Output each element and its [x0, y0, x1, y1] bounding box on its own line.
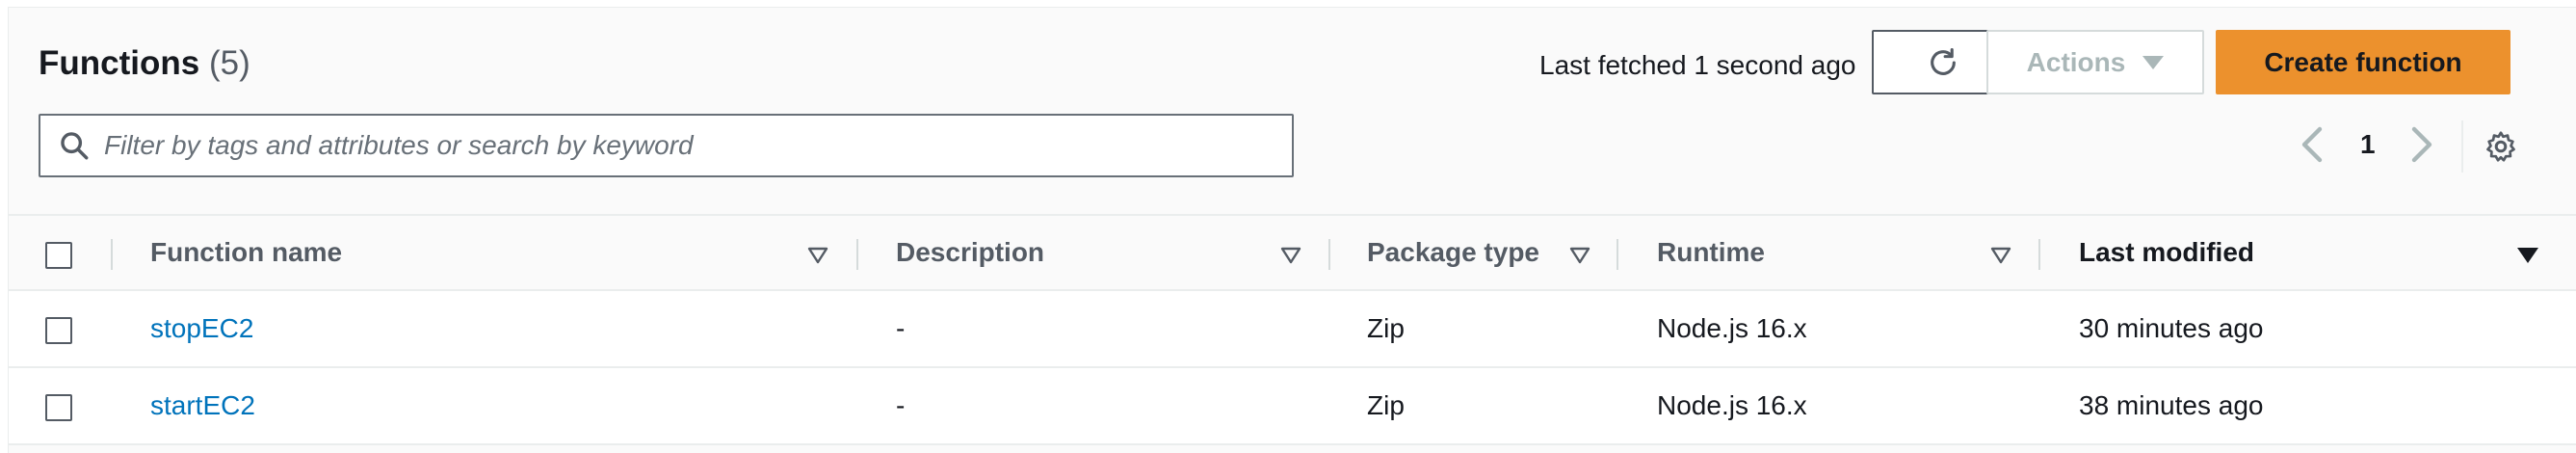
search-icon	[61, 132, 89, 160]
page-number-1[interactable]: 1	[2360, 123, 2376, 166]
pagination-divider	[2461, 120, 2463, 173]
runtime-cell: Node.js 16.x	[1657, 390, 1807, 420]
caret-down-icon	[2142, 55, 2165, 69]
actions-label: Actions	[2026, 46, 2126, 77]
column-header-function-name[interactable]: Function name	[150, 216, 342, 289]
chevron-right-icon	[2411, 126, 2432, 163]
search-field[interactable]	[39, 114, 1294, 177]
package-type-cell: Zip	[1367, 390, 1405, 420]
create-function-label: Create function	[2264, 46, 2462, 77]
column-divider	[2038, 239, 2040, 270]
last-modified-cell: 30 minutes ago	[2079, 313, 2264, 343]
table-header: Function name Description Package type R…	[9, 214, 2576, 291]
page-title: Functions (5)	[39, 44, 250, 83]
last-fetched-text: Last fetched 1 second ago	[1539, 50, 1856, 80]
refresh-icon	[1931, 47, 1956, 75]
search-input[interactable]	[104, 130, 1260, 161]
next-page-button[interactable]	[2408, 123, 2435, 166]
column-divider	[1328, 239, 1330, 270]
package-type-cell: Zip	[1367, 313, 1405, 343]
column-header-package-type[interactable]: Package type	[1367, 216, 1539, 289]
sort-icon[interactable]	[807, 247, 828, 264]
sort-icon[interactable]	[1990, 247, 2011, 264]
column-header-last-modified[interactable]: Last modified	[2079, 216, 2254, 289]
column-divider	[856, 239, 858, 270]
create-function-button[interactable]: Create function	[2216, 30, 2510, 94]
previous-page-button[interactable]	[2299, 123, 2326, 166]
column-divider	[111, 239, 113, 270]
function-name-link[interactable]: stopEC2	[150, 291, 253, 366]
column-header-description[interactable]: Description	[896, 216, 1044, 289]
function-name-link[interactable]: startEC2	[150, 368, 255, 443]
chevron-left-icon	[2301, 126, 2323, 163]
row-checkbox[interactable]	[45, 317, 72, 344]
last-modified-cell: 38 minutes ago	[2079, 390, 2264, 420]
column-divider	[1617, 239, 1618, 270]
sort-icon[interactable]	[1280, 247, 1301, 264]
runtime-cell: Node.js 16.x	[1657, 313, 1807, 343]
description-cell: -	[896, 390, 906, 420]
sort-descending-icon[interactable]	[2517, 248, 2538, 263]
column-header-runtime[interactable]: Runtime	[1657, 216, 1765, 289]
gear-icon[interactable]	[2484, 129, 2518, 164]
row-checkbox[interactable]	[45, 394, 72, 421]
sort-icon[interactable]	[1569, 247, 1590, 264]
function-count: (5)	[208, 44, 250, 82]
title-text: Functions	[39, 44, 200, 82]
actions-dropdown-button[interactable]: Actions	[1986, 30, 2204, 94]
table-row: startEC2 - Zip Node.js 16.x 38 minutes a…	[9, 368, 2576, 445]
table-row: stopEC2 - Zip Node.js 16.x 30 minutes ag…	[9, 291, 2576, 368]
description-cell: -	[896, 313, 906, 343]
select-all-checkbox[interactable]	[45, 242, 72, 269]
